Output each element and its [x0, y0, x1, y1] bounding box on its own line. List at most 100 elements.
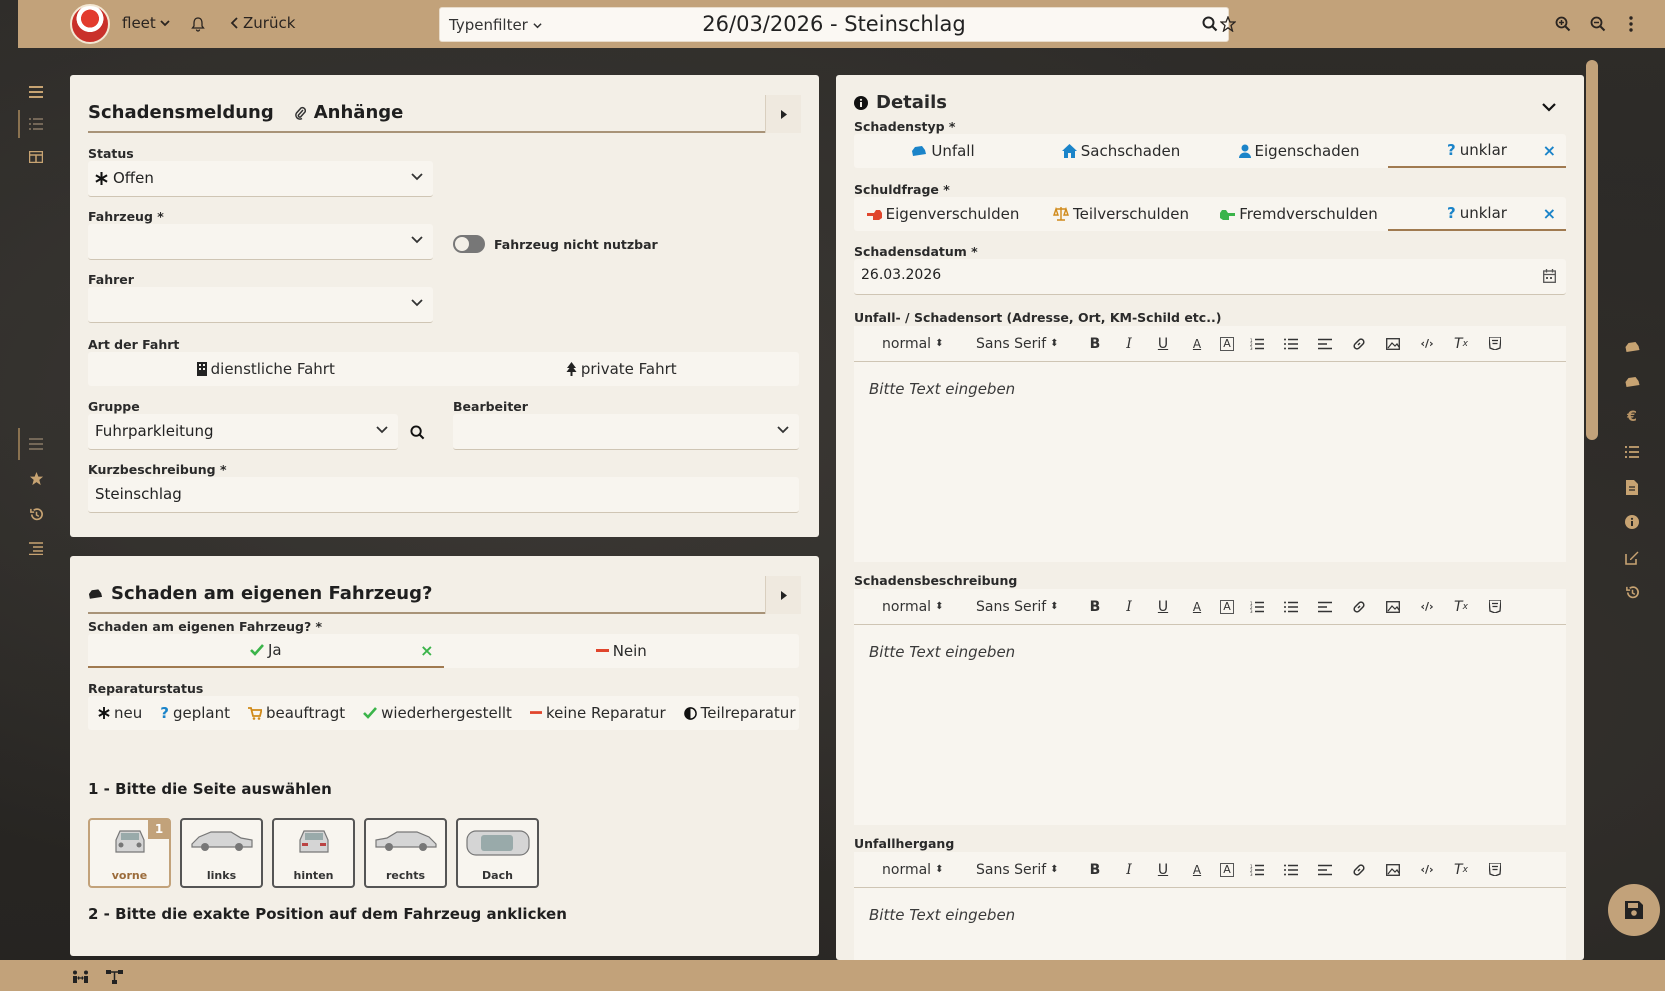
link-icon[interactable] [1348, 333, 1370, 355]
bullet-list-icon[interactable] [1280, 333, 1302, 355]
edit-icon[interactable] [1623, 548, 1641, 566]
sitemap-icon[interactable] [106, 969, 123, 988]
collapse-button[interactable] [765, 95, 801, 133]
fault-unclear[interactable]: ? unklar × [1388, 197, 1566, 231]
code-icon[interactable]: ‹/› [1416, 596, 1438, 618]
date-input[interactable]: 26.03.2026 [854, 259, 1566, 295]
fault-third-party[interactable]: Fremdverschulden [1210, 197, 1388, 231]
font-select[interactable]: Sans Serif ⬍ [976, 599, 1072, 615]
clear-format-icon[interactable]: Tx [1450, 333, 1472, 355]
align-left-icon[interactable] [1314, 859, 1336, 881]
status-select[interactable]: Offen [88, 161, 433, 197]
tree-list-icon[interactable] [26, 538, 46, 558]
tab-damage-report[interactable]: Schadensmeldung [88, 102, 274, 123]
italic-icon[interactable]: I [1118, 596, 1140, 618]
app-switcher[interactable]: fleet [122, 14, 170, 32]
list-lines-icon[interactable] [26, 434, 46, 454]
menu-icon[interactable] [26, 82, 46, 102]
zoom-in-icon[interactable] [1553, 14, 1573, 34]
history-icon[interactable] [26, 504, 46, 524]
more-vertical-icon[interactable] [1621, 14, 1641, 34]
side-roof[interactable]: Dach [456, 818, 539, 888]
editor-select[interactable] [453, 414, 799, 450]
align-left-icon[interactable] [1314, 333, 1336, 355]
font-select[interactable]: Sans Serif ⬍ [976, 336, 1072, 352]
course-text-area[interactable]: Bitte Text eingeben [854, 888, 1566, 960]
repair-status-new[interactable]: neu [98, 704, 142, 722]
html5-icon[interactable] [1484, 859, 1506, 881]
bell-icon[interactable] [188, 14, 208, 34]
side-right[interactable]: rechts [364, 818, 447, 888]
fault-partial[interactable]: Teilverschulden [1032, 197, 1210, 231]
driver-select[interactable] [88, 287, 433, 323]
font-select[interactable]: Sans Serif ⬍ [976, 862, 1072, 878]
list-icon[interactable] [26, 114, 46, 134]
background-color-icon[interactable]: A [1220, 336, 1234, 351]
zoom-out-icon[interactable] [1588, 14, 1608, 34]
back-button[interactable]: Zurück [230, 14, 295, 32]
tab-attachments[interactable]: Anhänge [294, 102, 403, 123]
side-left[interactable]: links [180, 818, 263, 888]
ordered-list-icon[interactable]: 123 [1246, 333, 1268, 355]
size-select[interactable]: normal ⬍ [882, 862, 964, 878]
bullet-list-icon[interactable] [1280, 596, 1302, 618]
image-icon[interactable] [1382, 333, 1404, 355]
size-select[interactable]: normal ⬍ [882, 599, 964, 615]
euro-icon[interactable]: € [1623, 408, 1641, 426]
ordered-list-icon[interactable]: 123 [1246, 859, 1268, 881]
code-icon[interactable]: ‹/› [1416, 859, 1438, 881]
side-rear[interactable]: hinten [272, 818, 355, 888]
own-damage-yes[interactable]: Ja × [88, 634, 444, 668]
star-icon[interactable] [26, 468, 46, 488]
vehicle-unusable-toggle[interactable] [453, 235, 485, 253]
underline-icon[interactable]: U [1152, 859, 1174, 881]
short-desc-input[interactable]: Steinschlag [88, 477, 799, 513]
search-icon[interactable] [410, 425, 425, 444]
group-select[interactable]: Fuhrparkleitung [88, 414, 398, 450]
repair-status-restored[interactable]: wiederhergestellt [363, 704, 512, 722]
clear-icon[interactable]: × [1543, 204, 1556, 223]
text-color-icon[interactable]: A [1186, 596, 1208, 618]
trip-type-business[interactable]: dienstliche Fahrt [88, 352, 444, 386]
damage-type-accident[interactable]: Unfall [854, 134, 1032, 168]
bold-icon[interactable]: B [1084, 333, 1106, 355]
save-button[interactable] [1608, 884, 1660, 936]
fault-own[interactable]: Eigenverschulden [854, 197, 1032, 231]
info-icon[interactable] [1623, 513, 1641, 531]
background-color-icon[interactable]: A [1220, 862, 1234, 877]
bold-icon[interactable]: B [1084, 859, 1106, 881]
underline-icon[interactable]: U [1152, 333, 1174, 355]
code-icon[interactable]: ‹/› [1416, 333, 1438, 355]
link-icon[interactable] [1348, 859, 1370, 881]
trip-type-private[interactable]: private Fahrt [444, 352, 800, 386]
scrollbar[interactable] [1586, 60, 1598, 440]
size-select[interactable]: normal ⬍ [882, 336, 964, 352]
own-damage-no[interactable]: Nein [444, 634, 800, 668]
table-icon[interactable] [26, 147, 46, 167]
record-search-bar[interactable]: Typenfilter 26/03/2026 - Steinschlag [439, 7, 1229, 42]
bullet-list-icon[interactable] [1280, 859, 1302, 881]
car-crash-icon[interactable] [1623, 338, 1641, 356]
people-arrows-icon[interactable] [72, 969, 89, 988]
star-icon[interactable] [1218, 14, 1238, 34]
damage-type-property[interactable]: Sachschaden [1032, 134, 1210, 168]
underline-icon[interactable]: U [1152, 596, 1174, 618]
italic-icon[interactable]: I [1118, 333, 1140, 355]
list-icon[interactable] [1623, 443, 1641, 461]
bold-icon[interactable]: B [1084, 596, 1106, 618]
history-icon[interactable] [1623, 583, 1641, 601]
html5-icon[interactable] [1484, 596, 1506, 618]
clear-format-icon[interactable]: Tx [1450, 596, 1472, 618]
html5-icon[interactable] [1484, 333, 1506, 355]
clear-icon[interactable]: × [420, 641, 433, 660]
document-icon[interactable] [1623, 478, 1641, 496]
repair-status-none[interactable]: keine Reparatur [529, 704, 666, 722]
clear-icon[interactable]: × [1543, 141, 1556, 160]
description-text-area[interactable]: Bitte Text eingeben [854, 625, 1566, 825]
text-color-icon[interactable]: A [1186, 333, 1208, 355]
image-icon[interactable] [1382, 859, 1404, 881]
damage-type-own[interactable]: Eigenschaden [1210, 134, 1388, 168]
chevron-down-icon[interactable] [1542, 97, 1556, 116]
vehicle-select[interactable] [88, 224, 433, 260]
side-front[interactable]: 1 vorne [88, 818, 171, 888]
